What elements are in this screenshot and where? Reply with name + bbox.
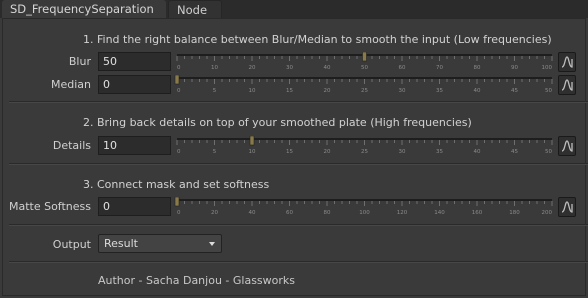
matte-softness-slider[interactable]: 0 20 40 60 80 100 120 140 160 180 200 xyxy=(173,197,556,217)
slider-tick-label: 40 xyxy=(474,149,481,155)
slider-handle[interactable] xyxy=(174,75,180,85)
slider-tick-label: 0 xyxy=(177,149,181,155)
slider-tick-label: 100 xyxy=(359,210,370,216)
median-slider[interactable]: 0 5 10 15 20 25 30 35 40 45 50 xyxy=(173,75,556,95)
slider-tick-label: 20 xyxy=(324,88,331,94)
slider-tick-label: 25 xyxy=(361,88,368,94)
matte-softness-animation-curve-button[interactable] xyxy=(558,197,576,217)
slider-tick-label: 50 xyxy=(545,149,552,155)
slider-tick-label: 60 xyxy=(286,210,293,216)
blur-slider[interactable]: 0 10 20 30 40 50 60 70 80 90 100 xyxy=(173,52,556,72)
section-2-title: 2. Bring back details on top of your smo… xyxy=(83,116,472,129)
slider-track: 0 20 40 60 80 100 120 140 160 180 200 xyxy=(174,197,553,216)
slider-tick-label: 30 xyxy=(399,88,406,94)
slider-tick-label: 40 xyxy=(324,65,331,71)
slider-tick-label: 160 xyxy=(472,210,483,216)
section-divider xyxy=(9,261,588,263)
slider-tick-label: 140 xyxy=(434,210,445,216)
tab-node[interactable]: Node xyxy=(168,0,222,19)
details-input[interactable]: 10 xyxy=(98,136,171,155)
slider-tick-label: 45 xyxy=(511,149,518,155)
matte-softness-input[interactable]: 0 xyxy=(98,197,171,216)
details-slider[interactable]: 0 5 10 15 20 25 30 35 40 45 50 xyxy=(173,136,556,156)
slider-tick-label: 35 xyxy=(436,88,443,94)
median-input[interactable]: 0 xyxy=(98,75,171,94)
slider-track: 0 10 20 30 40 50 60 70 80 90 100 xyxy=(176,52,553,71)
slider-tick-label: 40 xyxy=(249,210,256,216)
slider-track: 0 5 10 15 20 25 30 35 40 45 50 xyxy=(176,136,553,155)
slider-handle[interactable] xyxy=(174,197,180,207)
slider-tick-label: 200 xyxy=(542,210,553,216)
slider-tick-label: 10 xyxy=(211,65,218,71)
slider-tick-label: 60 xyxy=(399,65,406,71)
slider-tick-label: 10 xyxy=(249,149,256,155)
slider-tick-label: 45 xyxy=(511,88,518,94)
blur-label: Blur xyxy=(68,55,91,68)
slider-tick-label: 20 xyxy=(211,210,218,216)
blur-animation-curve-button[interactable] xyxy=(558,52,576,72)
slider-tick-label: 40 xyxy=(474,88,481,94)
section-divider xyxy=(9,101,588,103)
details-label: Details xyxy=(52,139,91,152)
slider-tick-label: 25 xyxy=(361,149,368,155)
slider-tick-label: 20 xyxy=(324,149,331,155)
output-dropdown[interactable]: Result xyxy=(98,234,222,253)
author-credit: Author - Sacha Danjou - Glassworks xyxy=(98,274,296,287)
tab-sd-frequency-separation[interactable]: SD_FrequencySeparation xyxy=(2,0,166,19)
slider-tick-label: 30 xyxy=(399,149,406,155)
slider-tick-label: 5 xyxy=(213,88,217,94)
median-label: Median xyxy=(50,78,91,91)
chevron-down-icon xyxy=(209,242,215,246)
slider-tick-label: 0 xyxy=(177,210,181,216)
tab-bar: SD_FrequencySeparation Node xyxy=(0,0,588,19)
output-dropdown-value: Result xyxy=(104,237,138,250)
slider-tick-label: 180 xyxy=(509,210,520,216)
curve-icon xyxy=(561,140,573,152)
slider-handle[interactable] xyxy=(362,52,367,62)
slider-tick-label: 5 xyxy=(213,149,217,155)
slider-tick-label: 0 xyxy=(177,88,181,94)
slider-tick-label: 20 xyxy=(249,65,256,71)
slider-tick-label: 15 xyxy=(286,149,293,155)
slider-tick-label: 30 xyxy=(286,65,293,71)
slider-handle[interactable] xyxy=(249,136,255,146)
details-animation-curve-button[interactable] xyxy=(558,136,576,156)
slider-tick-label: 70 xyxy=(436,65,443,71)
matte-softness-label: Matte Softness xyxy=(8,200,91,213)
slider-tick-label: 80 xyxy=(474,65,481,71)
curve-icon xyxy=(561,79,573,91)
section-1-title: 1. Find the right balance between Blur/M… xyxy=(83,33,552,46)
slider-tick-label: 50 xyxy=(545,88,552,94)
slider-tick-label: 100 xyxy=(542,65,553,71)
section-divider xyxy=(9,163,588,165)
slider-tick-label: 120 xyxy=(397,210,408,216)
slider-tick-label: 10 xyxy=(249,88,256,94)
slider-tick-label: 15 xyxy=(286,88,293,94)
blur-input[interactable]: 50 xyxy=(98,52,171,71)
median-animation-curve-button[interactable] xyxy=(558,75,576,95)
output-label: Output xyxy=(52,238,91,251)
slider-tick-label: 90 xyxy=(511,65,518,71)
curve-icon xyxy=(561,201,573,213)
section-divider xyxy=(9,224,588,226)
curve-icon xyxy=(561,56,573,68)
section-3-title: 3. Connect mask and set softness xyxy=(83,178,270,191)
slider-tick-label: 80 xyxy=(324,210,331,216)
slider-track: 0 5 10 15 20 25 30 35 40 45 50 xyxy=(174,75,553,94)
slider-tick-label: 35 xyxy=(436,149,443,155)
slider-tick-label: 50 xyxy=(361,65,368,71)
slider-tick-label: 0 xyxy=(177,65,181,71)
properties-panel: 1. Find the right balance between Blur/M… xyxy=(2,18,588,296)
